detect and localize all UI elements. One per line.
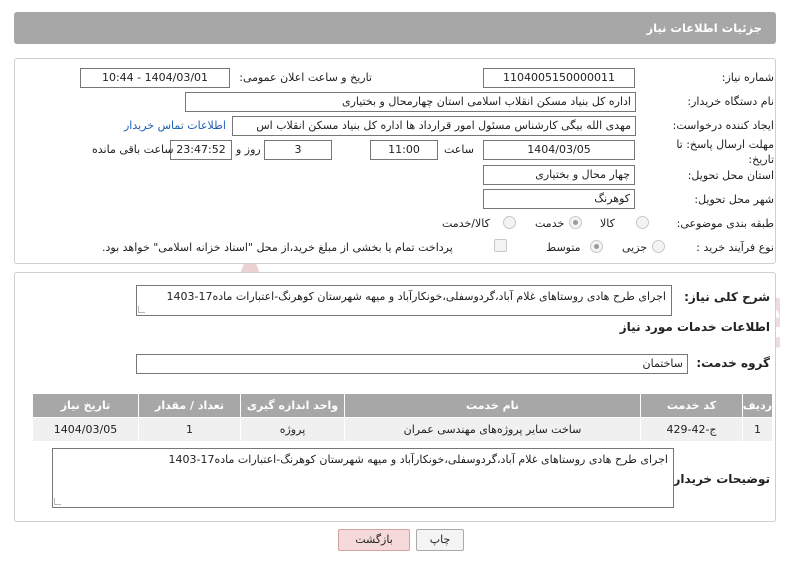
deadline-date-field[interactable]: 1404/03/05 — [483, 140, 635, 160]
province-label: استان محل تحویل: — [687, 169, 774, 182]
col-row: ردیف — [742, 393, 773, 418]
cell-qty: 1 — [138, 417, 241, 442]
col-code: کد خدمت — [640, 393, 743, 418]
category-radio-service[interactable] — [569, 216, 582, 229]
requester-label: ایجاد کننده درخواست: — [672, 119, 774, 132]
resize-grip-icon[interactable] — [138, 306, 145, 313]
services-title: اطلاعات خدمات مورد نیاز — [619, 320, 770, 334]
announce-label: تاریخ و ساعت اعلان عمومی: — [239, 71, 372, 84]
category-label: طبقه بندی موضوعی: — [676, 217, 774, 230]
city-label: شهر محل تحویل: — [694, 193, 774, 206]
process-option-medium: متوسط — [546, 241, 581, 254]
process-radio-minor[interactable] — [652, 240, 665, 253]
page-header: جزئیات اطلاعات نیاز — [14, 12, 776, 44]
remaining-time-field[interactable]: 23:47:52 — [170, 140, 232, 160]
process-label: نوع فرآیند خرید : — [696, 241, 774, 254]
deadline-time-field[interactable]: 11:00 — [370, 140, 438, 160]
province-field[interactable]: چهار محال و بختیاری — [483, 165, 635, 185]
back-button[interactable]: بازگشت — [338, 529, 410, 551]
services-table: ردیف کد خدمت نام خدمت واحد اندازه گیری ت… — [32, 393, 773, 442]
city-field[interactable]: کوهرنگ — [483, 189, 635, 209]
category-radio-goods[interactable] — [636, 216, 649, 229]
remaining-days-label: روز و — [236, 143, 261, 156]
treasury-payment-checkbox[interactable] — [494, 239, 507, 252]
summary-text: اجرای طرح هادی روستاهای غلام آباد،گردوسف… — [166, 290, 666, 303]
cell-row: 1 — [742, 417, 773, 442]
buyer-org-field[interactable]: اداره کل بنیاد مسکن انقلاب اسلامی استان … — [185, 92, 636, 112]
category-radio-goods-service[interactable] — [503, 216, 516, 229]
print-button[interactable]: چاپ — [416, 529, 464, 551]
category-option-goods-service: کالا/خدمت — [442, 217, 490, 230]
deadline-label: مهلت ارسال پاسخ: تا تاریخ: — [676, 138, 774, 166]
cell-date: 1404/03/05 — [32, 417, 139, 442]
deadline-time-label: ساعت — [444, 143, 474, 156]
buyer-notes-text: اجرای طرح هادی روستاهای غلام آباد،گردوسف… — [168, 453, 668, 466]
cell-unit: پروژه — [240, 417, 345, 442]
buyer-org-label: نام دستگاه خریدار: — [687, 95, 774, 108]
category-option-goods: کالا — [600, 217, 615, 230]
treasury-payment-note: پرداخت تمام یا بخشی از مبلغ خرید،از محل … — [102, 241, 453, 254]
table-header-row: ردیف کد خدمت نام خدمت واحد اندازه گیری ت… — [32, 393, 773, 418]
service-group-field[interactable]: ساختمان — [136, 354, 688, 374]
cell-name: ساخت سایر پروژه‌های مهندسی عمران — [344, 417, 641, 442]
summary-label: شرح کلی نیاز: — [684, 290, 770, 304]
table-row: 1 ج-42-429 ساخت سایر پروژه‌های مهندسی عم… — [32, 417, 773, 442]
buyer-notes-textarea[interactable]: اجرای طرح هادی روستاهای غلام آباد،گردوسف… — [52, 448, 674, 508]
need-number-label: شماره نیاز: — [721, 71, 774, 84]
announce-field[interactable]: 1404/03/01 - 10:44 — [80, 68, 230, 88]
process-radio-medium[interactable] — [590, 240, 603, 253]
notes-resize-grip-icon[interactable] — [54, 498, 61, 505]
summary-textarea[interactable]: اجرای طرح هادی روستاهای غلام آباد،گردوسف… — [136, 285, 672, 316]
service-group-label: گروه خدمت: — [696, 356, 770, 370]
category-option-service: خدمت — [535, 217, 565, 230]
buyer-notes-label: توضیحات خریدار: — [668, 472, 770, 486]
need-number-field[interactable]: 1104005150000011 — [483, 68, 635, 88]
remaining-time-label: ساعت باقی مانده — [92, 143, 174, 156]
cell-code: ج-42-429 — [640, 417, 743, 442]
remaining-days-field[interactable]: 3 — [264, 140, 332, 160]
buyer-contact-link[interactable]: اطلاعات تماس خریدار — [124, 119, 226, 132]
col-date: تاریخ نیاز — [32, 393, 139, 418]
col-name: نام خدمت — [344, 393, 641, 418]
page-title: جزئیات اطلاعات نیاز — [646, 21, 762, 35]
col-qty: تعداد / مقدار — [138, 393, 241, 418]
col-unit: واحد اندازه گیری — [240, 393, 345, 418]
requester-field[interactable]: مهدی الله بیگی کارشناس مسئول امور قراردا… — [232, 116, 636, 136]
process-option-minor: جزیی — [622, 241, 648, 254]
